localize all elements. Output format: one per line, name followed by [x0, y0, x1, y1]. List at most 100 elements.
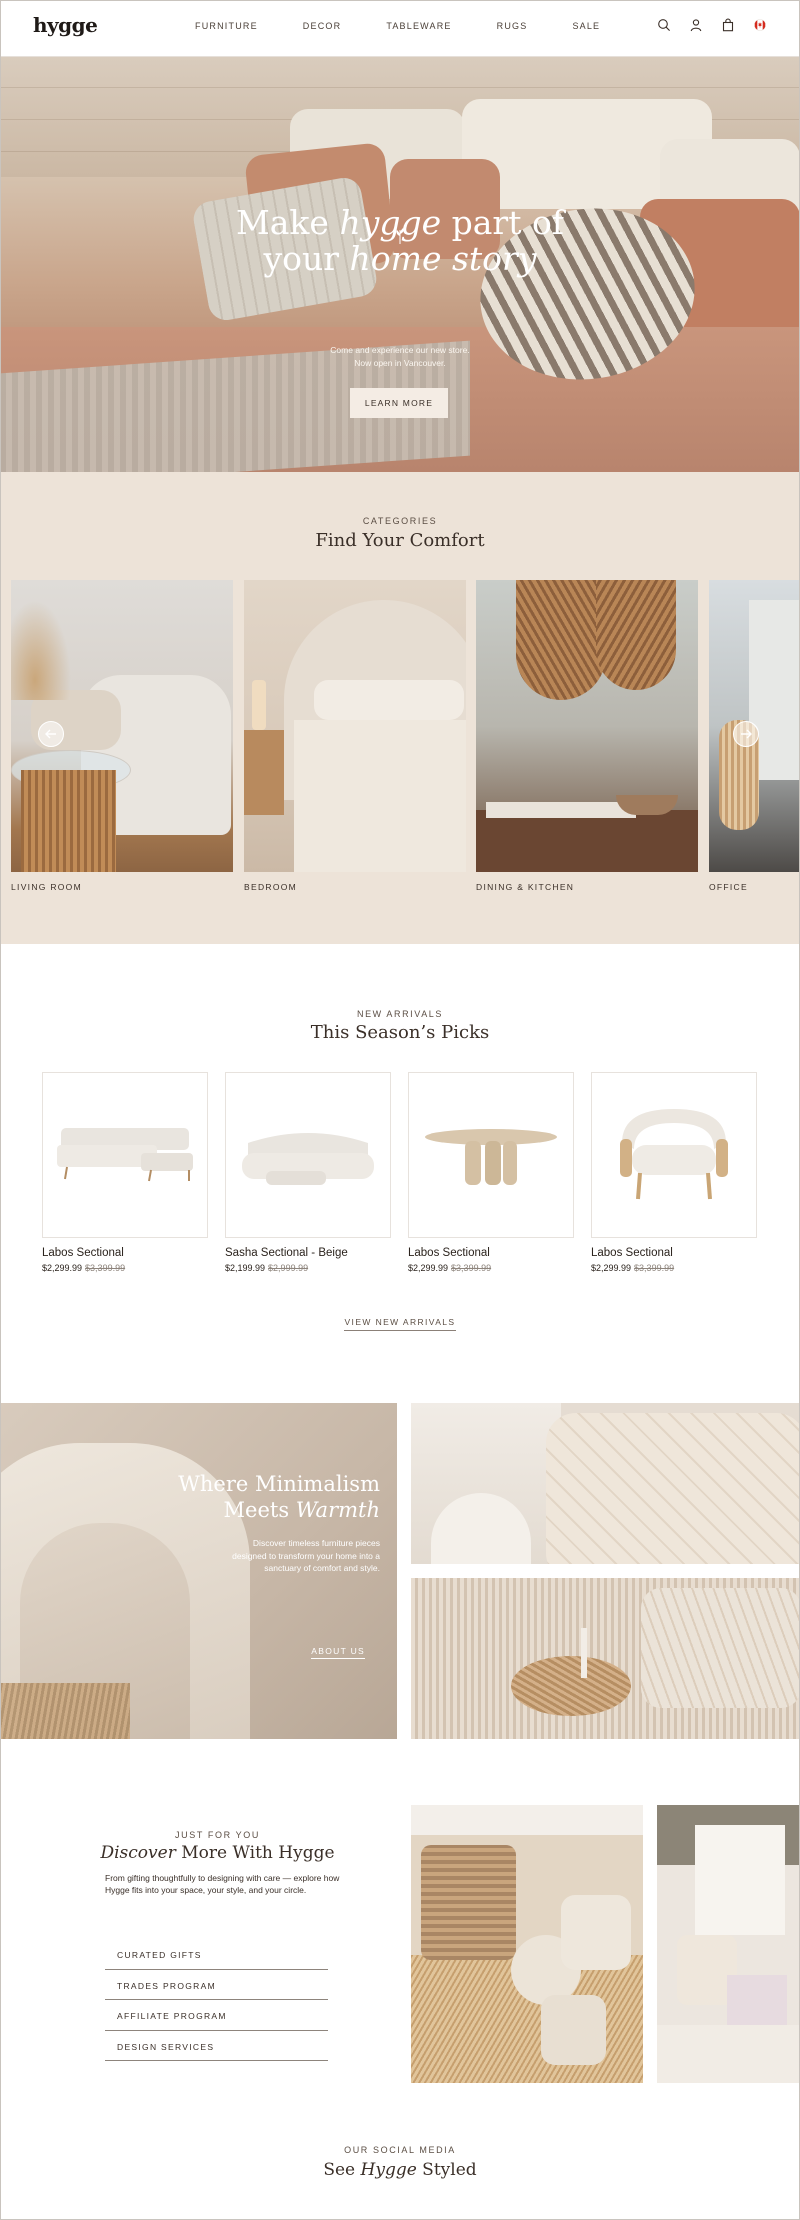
- discover-text: From gifting thoughtfully to designing w…: [105, 1873, 340, 1895]
- social-title-text: See: [323, 2160, 361, 2180]
- rattan-pendant: [516, 580, 606, 700]
- product-image[interactable]: [591, 1072, 757, 1238]
- categories-eyebrow: CATEGORIES: [362, 516, 438, 526]
- soap-bar: [727, 1975, 787, 2025]
- discover-links: CURATED GIFTS TRADES PROGRAM AFFILIATE P…: [105, 1939, 328, 2061]
- minimalism-title-emphasis: Warmth: [295, 1498, 380, 1522]
- minimalism-text: Discover timeless furniture pieces desig…: [232, 1538, 380, 1573]
- product-name[interactable]: Labos Sectional: [408, 1247, 574, 1259]
- product-card[interactable]: Labos Sectional $2,299.99 $3,399.99: [408, 1072, 574, 1273]
- product-card[interactable]: Labos Sectional $2,299.99 $3,399.99: [42, 1072, 208, 1273]
- hero-banner: Make hygge part of your home story Come …: [0, 57, 800, 472]
- social-title-emphasis: Hygge: [360, 2160, 417, 2180]
- minimalism-banner: Where Minimalism Meets Warmth Discover t…: [0, 1403, 397, 1739]
- category-card-dining-kitchen[interactable]: [476, 580, 698, 872]
- discover-title-text: More With Hygge: [175, 1843, 335, 1863]
- price-current: $2,299.99: [408, 1263, 449, 1273]
- product-price: $2,299.99 $3,399.99: [42, 1263, 208, 1273]
- site-header: hygge FURNITURE DECOR TABLEWARE RUGS SAL…: [0, 0, 800, 57]
- woven-tray: [511, 1656, 631, 1716]
- price-original: $3,399.99: [85, 1263, 126, 1273]
- category-label-bedroom[interactable]: BEDROOM: [244, 882, 297, 892]
- gift-card: [695, 1825, 785, 1935]
- candle-jar: [541, 1995, 606, 2065]
- categories-title: Find Your Comfort: [315, 530, 485, 551]
- categories-section: CATEGORIES Find Your Comfort LIVING ROOM…: [0, 472, 800, 944]
- lamp-shape: [252, 680, 266, 730]
- nav-rugs[interactable]: RUGS: [497, 21, 528, 31]
- social-title-text: Styled: [416, 2160, 477, 2180]
- category-card-bedroom[interactable]: [244, 580, 466, 872]
- social-title: See Hygge Styled: [0, 2160, 800, 2180]
- product-name[interactable]: Sasha Sectional - Beige: [225, 1247, 391, 1259]
- discover-title-emphasis: Discover: [100, 1843, 176, 1863]
- product-name[interactable]: Labos Sectional: [42, 1247, 208, 1259]
- hero-title-emphasis: home story: [349, 239, 537, 278]
- price-current: $2,299.99: [591, 1263, 632, 1273]
- hero-subtitle-line: Come and experience our new store.: [330, 345, 470, 355]
- hero-title-emphasis: hygge: [339, 203, 442, 242]
- learn-more-button[interactable]: LEARN MORE: [350, 388, 448, 418]
- new-arrivals-eyebrow: NEW ARRIVALS: [356, 1009, 444, 1019]
- view-new-arrivals-link: VIEW NEW ARRIVALS: [0, 1317, 800, 1331]
- nav-decor[interactable]: DECOR: [303, 21, 342, 31]
- category-label-office[interactable]: OFFICE: [709, 882, 748, 892]
- boucle-chair-image: [620, 1109, 728, 1200]
- hero-title: Make hygge part of your home story: [0, 205, 800, 277]
- sectional-sofa-image: [57, 1128, 193, 1182]
- affiliate-program-link[interactable]: AFFILIATE PROGRAM: [105, 2000, 328, 2031]
- view-new-arrivals-text[interactable]: VIEW NEW ARRIVALS: [344, 1317, 456, 1331]
- product-image[interactable]: [42, 1072, 208, 1238]
- nav-tableware[interactable]: TABLEWARE: [386, 21, 451, 31]
- nav-sale[interactable]: SALE: [572, 21, 600, 31]
- pampas-detail: [0, 1683, 130, 1739]
- hero-title-text: Make: [235, 203, 340, 242]
- product-card[interactable]: Sasha Sectional - Beige $2,199.99 $2,999.…: [225, 1072, 391, 1273]
- gift-box-image: [411, 1805, 643, 2083]
- price-original: $3,399.99: [634, 1263, 675, 1273]
- header-icons: [657, 18, 767, 32]
- minimalism-title-text: Meets: [223, 1498, 296, 1522]
- search-icon[interactable]: [657, 18, 671, 32]
- bed-shape: [294, 720, 466, 872]
- wall-plank: [0, 87, 800, 88]
- trades-program-link[interactable]: TRADES PROGRAM: [105, 1970, 328, 2000]
- nav-furniture[interactable]: FURNITURE: [195, 21, 258, 31]
- pampas-grass: [11, 600, 71, 700]
- price-original: $2,999.99: [268, 1263, 309, 1273]
- curated-gifts-link[interactable]: CURATED GIFTS: [105, 1939, 328, 1970]
- minimalism-title: Where Minimalism Meets Warmth: [120, 1471, 380, 1523]
- design-services-link[interactable]: DESIGN SERVICES: [105, 2031, 328, 2061]
- product-card[interactable]: Labos Sectional $2,299.99 $3,399.99: [591, 1072, 757, 1273]
- logo[interactable]: hygge: [33, 13, 98, 37]
- bag-icon[interactable]: [721, 18, 735, 32]
- social-eyebrow: OUR SOCIAL MEDIA: [344, 2145, 456, 2155]
- candle-shape: [581, 1628, 587, 1678]
- product-price: $2,299.99 $3,399.99: [591, 1263, 757, 1273]
- canada-flag-icon[interactable]: [753, 18, 767, 32]
- category-label-dining-kitchen[interactable]: DINING & KITCHEN: [476, 882, 574, 892]
- pillow-shape: [314, 680, 464, 720]
- carousel-next-button[interactable]: [733, 721, 759, 747]
- carousel-prev-button[interactable]: [38, 721, 64, 747]
- table-runner: [486, 802, 636, 818]
- box-base: [657, 2025, 800, 2083]
- nightstand: [244, 730, 284, 815]
- discover-title: Discover More With Hygge: [100, 1843, 335, 1863]
- gift-card-image: [657, 1805, 800, 2083]
- user-icon[interactable]: [689, 18, 703, 32]
- arrow-right-icon: [741, 729, 752, 739]
- arrow-left-icon: [45, 729, 56, 739]
- about-us-link[interactable]: ABOUT US: [311, 1646, 365, 1659]
- product-price: $2,299.99 $3,399.99: [408, 1263, 574, 1273]
- oval-table-image: [425, 1129, 557, 1185]
- tray-image: [411, 1578, 800, 1739]
- product-name[interactable]: Labos Sectional: [591, 1247, 757, 1259]
- new-arrivals-title: This Season’s Picks: [310, 1022, 490, 1043]
- category-label-living-room[interactable]: LIVING ROOM: [11, 882, 82, 892]
- product-image[interactable]: [225, 1072, 391, 1238]
- product-image[interactable]: [408, 1072, 574, 1238]
- main-nav: FURNITURE DECOR TABLEWARE RUGS SALE: [195, 21, 645, 31]
- price-current: $2,199.99: [225, 1263, 266, 1273]
- price-current: $2,299.99: [42, 1263, 83, 1273]
